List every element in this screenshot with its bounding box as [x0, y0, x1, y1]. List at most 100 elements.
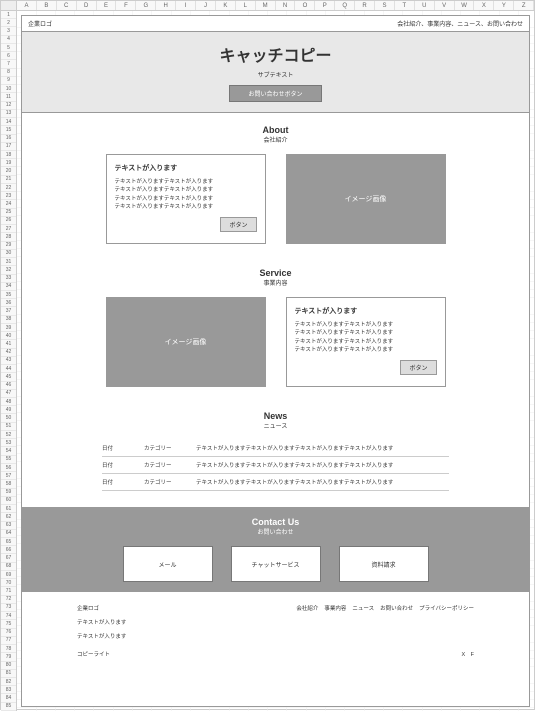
- col-header[interactable]: M: [256, 1, 276, 10]
- col-header[interactable]: A: [17, 1, 37, 10]
- row-header[interactable]: 9: [1, 77, 16, 85]
- row-header[interactable]: 84: [1, 694, 16, 702]
- row-header[interactable]: 72: [1, 596, 16, 604]
- row-header[interactable]: 54: [1, 447, 16, 455]
- footer-link[interactable]: 事業内容: [324, 604, 346, 612]
- footer-link[interactable]: ニュース: [352, 604, 374, 612]
- row-header[interactable]: 37: [1, 307, 16, 315]
- row-header[interactable]: 19: [1, 159, 16, 167]
- col-header[interactable]: J: [196, 1, 216, 10]
- row-header[interactable]: 59: [1, 489, 16, 497]
- row-header[interactable]: 10: [1, 85, 16, 93]
- row-header[interactable]: 46: [1, 382, 16, 390]
- row-header[interactable]: 3: [1, 27, 16, 35]
- row-header[interactable]: 50: [1, 414, 16, 422]
- row-header[interactable]: 26: [1, 217, 16, 225]
- row-header[interactable]: 68: [1, 563, 16, 571]
- row-header[interactable]: 73: [1, 604, 16, 612]
- row-header[interactable]: 44: [1, 365, 16, 373]
- select-all-corner[interactable]: [1, 1, 17, 10]
- row-header[interactable]: 51: [1, 423, 16, 431]
- row-header[interactable]: 27: [1, 225, 16, 233]
- row-header[interactable]: 53: [1, 439, 16, 447]
- row-header[interactable]: 75: [1, 620, 16, 628]
- row-header[interactable]: 33: [1, 275, 16, 283]
- col-header[interactable]: K: [216, 1, 236, 10]
- row-header[interactable]: 60: [1, 497, 16, 505]
- row-header[interactable]: 29: [1, 242, 16, 250]
- row-header[interactable]: 18: [1, 151, 16, 159]
- footer-link[interactable]: お問い合わせ: [380, 604, 413, 612]
- col-header[interactable]: G: [136, 1, 156, 10]
- col-header[interactable]: T: [395, 1, 415, 10]
- row-header[interactable]: 14: [1, 118, 16, 126]
- row-header[interactable]: 56: [1, 464, 16, 472]
- row-header[interactable]: 16: [1, 135, 16, 143]
- social-icons[interactable]: X F: [461, 650, 474, 658]
- row-header[interactable]: 13: [1, 110, 16, 118]
- row-header[interactable]: 70: [1, 579, 16, 587]
- contact-mail[interactable]: メール: [123, 546, 213, 582]
- row-header[interactable]: 41: [1, 340, 16, 348]
- row-header[interactable]: 4: [1, 36, 16, 44]
- row-header[interactable]: 5: [1, 44, 16, 52]
- col-header[interactable]: S: [375, 1, 395, 10]
- row-header[interactable]: 71: [1, 587, 16, 595]
- row-header[interactable]: 64: [1, 530, 16, 538]
- contact-chat[interactable]: チャットサービス: [231, 546, 321, 582]
- row-header[interactable]: 6: [1, 52, 16, 60]
- col-header[interactable]: N: [276, 1, 296, 10]
- row-header[interactable]: 34: [1, 283, 16, 291]
- row-header[interactable]: 39: [1, 324, 16, 332]
- cell-grid[interactable]: 企業ロゴ 会社紹介、事業内容、ニュース、お問い合わせ キャッチコピー サブテキス…: [17, 11, 534, 711]
- row-header[interactable]: 11: [1, 93, 16, 101]
- nav-links[interactable]: 会社紹介、事業内容、ニュース、お問い合わせ: [397, 19, 523, 28]
- row-header[interactable]: 81: [1, 670, 16, 678]
- row-header[interactable]: 49: [1, 406, 16, 414]
- row-header[interactable]: 43: [1, 357, 16, 365]
- row-header[interactable]: 23: [1, 192, 16, 200]
- row-header[interactable]: 22: [1, 184, 16, 192]
- col-header[interactable]: W: [455, 1, 475, 10]
- col-header[interactable]: H: [156, 1, 176, 10]
- row-header[interactable]: 38: [1, 316, 16, 324]
- col-header[interactable]: I: [176, 1, 196, 10]
- contact-material[interactable]: 資料請求: [339, 546, 429, 582]
- row-header[interactable]: 57: [1, 472, 16, 480]
- col-header[interactable]: Z: [514, 1, 534, 10]
- row-header[interactable]: 30: [1, 250, 16, 258]
- row-header[interactable]: 35: [1, 291, 16, 299]
- row-header[interactable]: 63: [1, 522, 16, 530]
- row-header[interactable]: 21: [1, 176, 16, 184]
- row-header[interactable]: 55: [1, 456, 16, 464]
- row-header[interactable]: 52: [1, 431, 16, 439]
- row-header[interactable]: 12: [1, 102, 16, 110]
- col-header[interactable]: R: [355, 1, 375, 10]
- col-header[interactable]: U: [415, 1, 435, 10]
- news-row[interactable]: 日付カテゴリーテキストが入りますテキストが入りますテキストが入りますテキストが入…: [102, 440, 449, 457]
- footer-link[interactable]: プライバシーポリシー: [419, 604, 474, 612]
- row-header[interactable]: 42: [1, 349, 16, 357]
- row-header[interactable]: 25: [1, 209, 16, 217]
- row-header[interactable]: 76: [1, 629, 16, 637]
- row-header[interactable]: 7: [1, 60, 16, 68]
- row-header[interactable]: 1: [1, 11, 16, 19]
- row-header[interactable]: 47: [1, 390, 16, 398]
- col-header[interactable]: X: [474, 1, 494, 10]
- col-header[interactable]: L: [236, 1, 256, 10]
- news-row[interactable]: 日付カテゴリーテキストが入りますテキストが入りますテキストが入りますテキストが入…: [102, 474, 449, 491]
- about-button[interactable]: ボタン: [220, 217, 256, 232]
- col-header[interactable]: F: [116, 1, 136, 10]
- row-header[interactable]: 77: [1, 637, 16, 645]
- row-header[interactable]: 78: [1, 645, 16, 653]
- col-header[interactable]: E: [97, 1, 117, 10]
- row-header[interactable]: 79: [1, 653, 16, 661]
- row-header[interactable]: 48: [1, 398, 16, 406]
- row-header[interactable]: 65: [1, 538, 16, 546]
- col-header[interactable]: Q: [335, 1, 355, 10]
- row-header[interactable]: 69: [1, 571, 16, 579]
- footer-links[interactable]: 会社紹介事業内容ニュースお問い合わせプライバシーポリシー: [296, 604, 474, 612]
- row-header[interactable]: 24: [1, 200, 16, 208]
- row-header[interactable]: 31: [1, 258, 16, 266]
- news-row[interactable]: 日付カテゴリーテキストが入りますテキストが入りますテキストが入りますテキストが入…: [102, 457, 449, 474]
